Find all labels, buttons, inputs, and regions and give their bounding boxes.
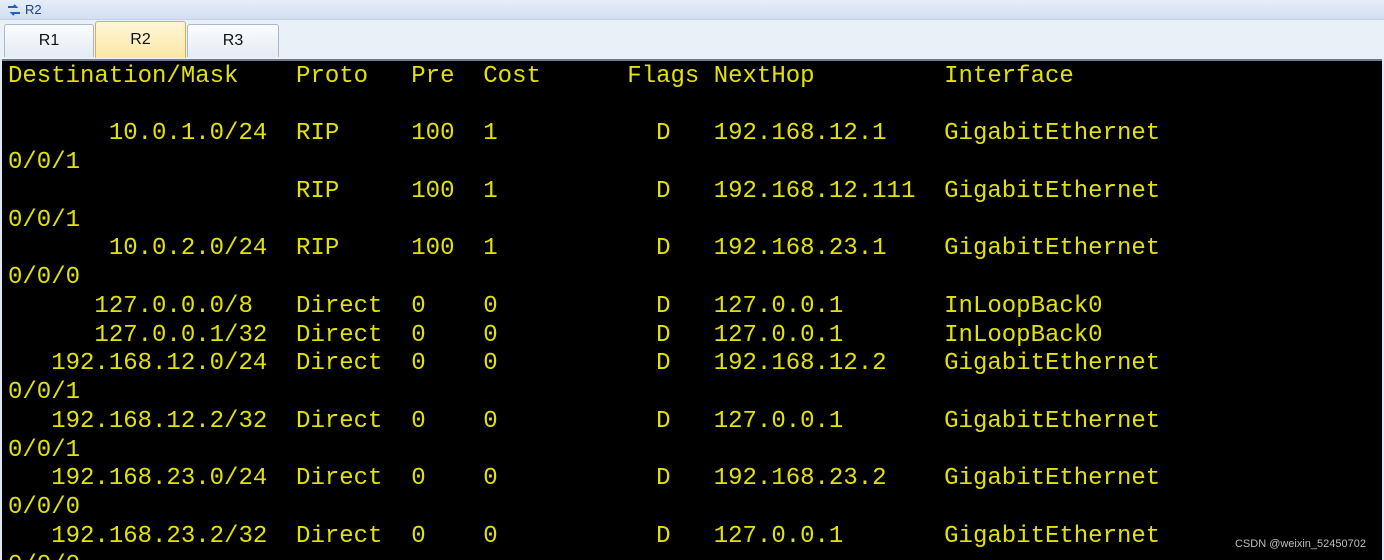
title-bar: R2 — [0, 0, 1384, 19]
watermark: CSDN @weixin_52450702 — [1234, 538, 1366, 550]
console-line: 127.0.0.1/32 Direct 0 0 D 127.0.0.1 InLo… — [8, 322, 1103, 349]
console-line: 192.168.23.0/24 Direct 0 0 D 192.168.23.… — [8, 465, 1161, 492]
console-line: 192.168.12.2/32 Direct 0 0 D 127.0.0.1 G… — [8, 408, 1161, 435]
console-line: 192.168.23.2/32 Direct 0 0 D 127.0.0.1 G… — [8, 523, 1161, 550]
console-line: 10.0.1.0/24 RIP 100 1 D 192.168.12.1 Gig… — [8, 120, 1161, 147]
tab-r2[interactable]: R2 — [95, 21, 186, 58]
console-line: 0/0/1 — [8, 437, 81, 464]
console-line: 0/0/1 — [8, 207, 81, 234]
terminal-console[interactable]: Destination/Mask Proto Pre Cost Flags Ne… — [2, 59, 1382, 560]
tab-r3[interactable]: R3 — [187, 24, 279, 57]
tab-r1[interactable]: R1 — [4, 24, 94, 57]
router-icon — [7, 3, 21, 17]
console-line: 0/0/0 — [8, 494, 81, 521]
console-line: 10.0.2.0/24 RIP 100 1 D 192.168.23.1 Gig… — [8, 235, 1161, 262]
console-line: 0/0/0 — [8, 264, 81, 291]
console-line: 127.0.0.0/8 Direct 0 0 D 127.0.0.1 InLoo… — [8, 293, 1103, 320]
tab-strip: R1 R2 R3 — [0, 19, 1384, 59]
console-line: RIP 100 1 D 192.168.12.111 GigabitEthern… — [8, 178, 1161, 205]
window-title: R2 — [25, 1, 42, 17]
console-line: 192.168.12.0/24 Direct 0 0 D 192.168.12.… — [8, 350, 1161, 377]
console-line: 0/0/1 — [8, 149, 81, 176]
console-line-header: Destination/Mask Proto Pre Cost Flags Ne… — [8, 63, 1074, 90]
console-line: 0/0/1 — [8, 379, 81, 406]
console-line: 0/0/0 — [8, 552, 80, 560]
